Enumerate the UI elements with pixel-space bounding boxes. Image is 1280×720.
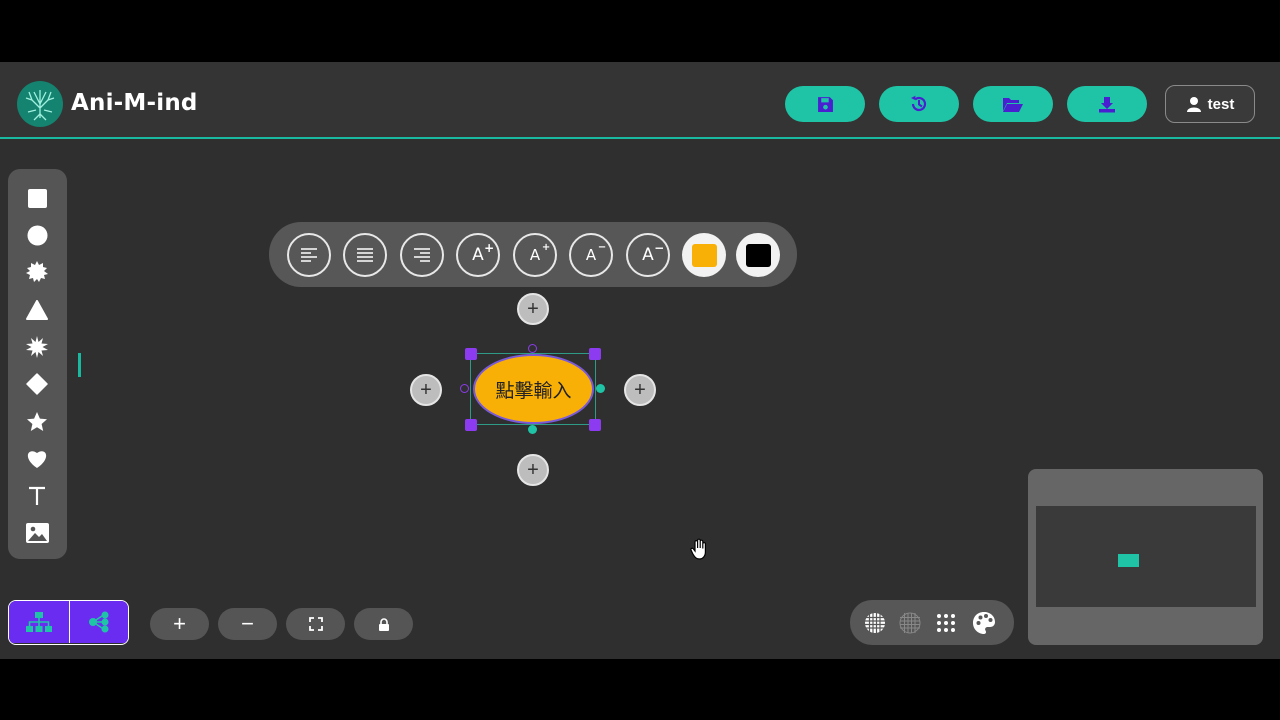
- align-right-icon: [414, 248, 430, 262]
- download-button[interactable]: [1067, 86, 1147, 122]
- diamond-shape-icon[interactable]: [24, 371, 50, 397]
- resize-handle-top-right[interactable]: [589, 348, 601, 360]
- grid-lines-button[interactable]: [898, 611, 922, 635]
- grid-dense-icon: [865, 613, 885, 633]
- burst-shape-icon[interactable]: [24, 259, 50, 285]
- plus-icon: +: [527, 458, 539, 481]
- connection-point-bottom[interactable]: [528, 425, 537, 434]
- font-decrease-small-icon: A −: [585, 242, 607, 264]
- add-node-top-button[interactable]: +: [517, 293, 549, 325]
- layout-mode-group: [8, 600, 129, 645]
- resize-handle-top-left[interactable]: [465, 348, 477, 360]
- zoom-in-button[interactable]: +: [150, 608, 209, 640]
- sidebar-collapse-handle[interactable]: [78, 353, 81, 377]
- resize-handle-bottom-left[interactable]: [465, 419, 477, 431]
- resize-handle-bottom-right[interactable]: [589, 419, 601, 431]
- grid-lines-icon: [899, 612, 921, 634]
- grid-dots-icon: [937, 614, 955, 632]
- minimap-node: [1118, 554, 1139, 567]
- save-button[interactable]: [785, 86, 865, 122]
- lock-icon: [378, 617, 389, 631]
- grid-dense-button[interactable]: [863, 611, 887, 635]
- sitemap-icon: [25, 612, 52, 632]
- connection-point-top[interactable]: [528, 344, 537, 353]
- header-bar: Ani-M-ind test: [0, 62, 1280, 139]
- font-increase-large-icon: A +: [472, 241, 495, 265]
- font-decrease-large-icon: A −: [642, 241, 665, 265]
- history-button[interactable]: [879, 86, 959, 122]
- folder-open-icon: [1003, 97, 1023, 112]
- minimap-viewport: [1036, 506, 1256, 607]
- plus-icon: +: [634, 378, 646, 401]
- mindmap-layout-button[interactable]: [68, 601, 128, 643]
- plus-icon: +: [527, 297, 539, 320]
- text-tool-icon[interactable]: [24, 483, 50, 509]
- user-icon: [1186, 96, 1201, 112]
- fit-view-button[interactable]: [286, 608, 345, 640]
- plus-icon: +: [420, 378, 432, 401]
- font-size-decrease-small-button[interactable]: A −: [569, 233, 613, 277]
- user-name: test: [1207, 95, 1235, 113]
- open-folder-button[interactable]: [973, 86, 1053, 122]
- grid-dots-button[interactable]: [934, 611, 958, 635]
- align-left-icon: [301, 248, 317, 262]
- tree-layout-button[interactable]: [9, 601, 69, 643]
- align-center-icon: [357, 248, 373, 262]
- format-toolbar: A + A + A − A −: [269, 222, 797, 287]
- palette-button[interactable]: [972, 611, 996, 635]
- app-window: Ani-M-ind test A + A + A − A − + + + + 點…: [0, 62, 1280, 659]
- grid-options-toolbar: [850, 600, 1014, 645]
- lock-button[interactable]: [354, 608, 413, 640]
- app-title: Ani-M-ind: [71, 90, 198, 116]
- fill-color-button[interactable]: [682, 233, 726, 277]
- text-color-button[interactable]: [736, 233, 780, 277]
- font-size-decrease-large-button[interactable]: A −: [626, 233, 670, 277]
- font-increase-small-icon: A +: [529, 242, 551, 264]
- zoom-out-button[interactable]: −: [218, 608, 277, 640]
- add-node-bottom-button[interactable]: +: [517, 454, 549, 486]
- zoom-out-icon: −: [241, 611, 254, 636]
- mind-node[interactable]: 點擊輸入: [473, 354, 594, 424]
- mindmap-icon: [88, 611, 109, 633]
- add-node-right-button[interactable]: +: [624, 374, 656, 406]
- history-clock-icon: [911, 95, 927, 112]
- circle-shape-icon[interactable]: [24, 222, 50, 248]
- heart-shape-icon[interactable]: [24, 446, 50, 472]
- download-icon: [1099, 96, 1115, 112]
- tree-logo-icon: [17, 81, 63, 127]
- triangle-shape-icon[interactable]: [24, 297, 50, 323]
- minimap[interactable]: [1028, 469, 1263, 645]
- star-shape-icon[interactable]: [24, 409, 50, 435]
- fullscreen-icon: [308, 617, 323, 631]
- fill-color-swatch: [691, 243, 717, 267]
- palette-icon: [973, 612, 995, 634]
- image-tool-icon[interactable]: [24, 520, 50, 546]
- zoom-in-icon: +: [173, 611, 186, 636]
- add-node-left-button[interactable]: +: [410, 374, 442, 406]
- floppy-disk-icon: [817, 96, 833, 112]
- hand-cursor-icon: [688, 537, 712, 566]
- user-menu-button[interactable]: test: [1165, 85, 1255, 123]
- text-color-swatch: [745, 243, 771, 267]
- align-right-button[interactable]: [400, 233, 444, 277]
- align-left-button[interactable]: [287, 233, 331, 277]
- align-center-button[interactable]: [343, 233, 387, 277]
- connection-point-left[interactable]: [460, 384, 469, 393]
- font-size-increase-small-button[interactable]: A +: [513, 233, 557, 277]
- square-shape-icon[interactable]: [24, 185, 50, 211]
- starburst-shape-icon[interactable]: [24, 334, 50, 360]
- connection-point-right[interactable]: [596, 384, 605, 393]
- shape-toolbar: [8, 169, 67, 559]
- font-size-increase-large-button[interactable]: A +: [456, 233, 500, 277]
